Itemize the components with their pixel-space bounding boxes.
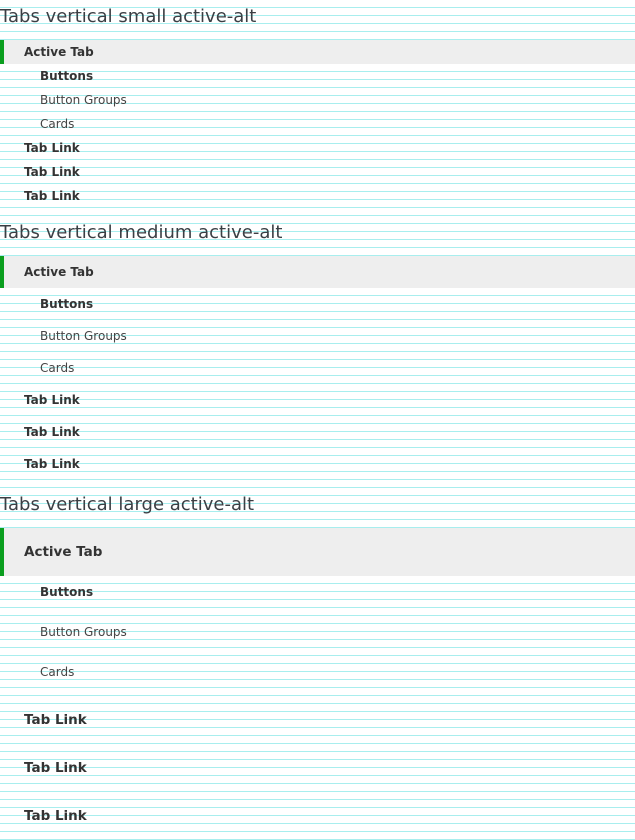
tab-active-label: Active Tab bbox=[24, 45, 94, 59]
tab-link-3[interactable]: Tab Link bbox=[0, 184, 635, 208]
subtab-label: Button Groups bbox=[40, 625, 127, 639]
tab-link-3[interactable]: Tab Link bbox=[0, 448, 635, 480]
tab-active[interactable]: Active Tab bbox=[0, 40, 635, 64]
tab-active[interactable]: Active Tab bbox=[0, 256, 635, 288]
tab-active[interactable]: Active Tab bbox=[0, 528, 635, 576]
tab-link-label: Tab Link bbox=[24, 712, 87, 728]
tab-link-2[interactable]: Tab Link bbox=[0, 416, 635, 448]
tab-link-1[interactable]: Tab Link bbox=[0, 136, 635, 160]
tab-link-2[interactable]: Tab Link bbox=[0, 744, 635, 792]
subtab-label: Button Groups bbox=[40, 329, 127, 343]
tab-link-1[interactable]: Tab Link bbox=[0, 384, 635, 416]
subtab-buttons[interactable]: Buttons bbox=[0, 572, 635, 612]
tab-link-label: Tab Link bbox=[24, 141, 80, 155]
tab-link-2[interactable]: Tab Link bbox=[0, 160, 635, 184]
subtab-buttons[interactable]: Buttons bbox=[0, 288, 635, 320]
subtab-button-groups[interactable]: Button Groups bbox=[0, 612, 635, 652]
subtab-label: Buttons bbox=[40, 585, 94, 599]
subtab-label: Cards bbox=[40, 117, 75, 131]
section-title-medium: Tabs vertical medium active-alt bbox=[0, 222, 283, 243]
subtab-cards[interactable]: Cards bbox=[0, 352, 635, 384]
tab-link-label: Tab Link bbox=[24, 808, 87, 824]
subtab-label: Button Groups bbox=[40, 93, 127, 107]
tab-link-label: Tab Link bbox=[24, 457, 80, 471]
subtab-button-groups[interactable]: Button Groups bbox=[0, 320, 635, 352]
subtab-label: Buttons bbox=[40, 297, 94, 311]
tab-link-3[interactable]: Tab Link bbox=[0, 792, 635, 840]
subtab-button-groups[interactable]: Button Groups bbox=[0, 88, 635, 112]
tab-link-label: Tab Link bbox=[24, 165, 80, 179]
subtab-label: Buttons bbox=[40, 69, 94, 83]
section-title-small: Tabs vertical small active-alt bbox=[0, 6, 257, 27]
tab-link-label: Tab Link bbox=[24, 393, 80, 407]
subtab-label: Cards bbox=[40, 361, 75, 375]
tab-link-label: Tab Link bbox=[24, 425, 80, 439]
tab-active-label: Active Tab bbox=[24, 544, 103, 560]
subtab-cards[interactable]: Cards bbox=[0, 112, 635, 136]
tab-link-1[interactable]: Tab Link bbox=[0, 696, 635, 744]
subtab-buttons[interactable]: Buttons bbox=[0, 64, 635, 88]
subtab-label: Cards bbox=[40, 665, 75, 679]
tab-active-label: Active Tab bbox=[24, 265, 94, 279]
section-title-large: Tabs vertical large active-alt bbox=[0, 494, 255, 515]
subtab-cards[interactable]: Cards bbox=[0, 652, 635, 692]
tab-link-label: Tab Link bbox=[24, 760, 87, 776]
tab-link-label: Tab Link bbox=[24, 189, 80, 203]
